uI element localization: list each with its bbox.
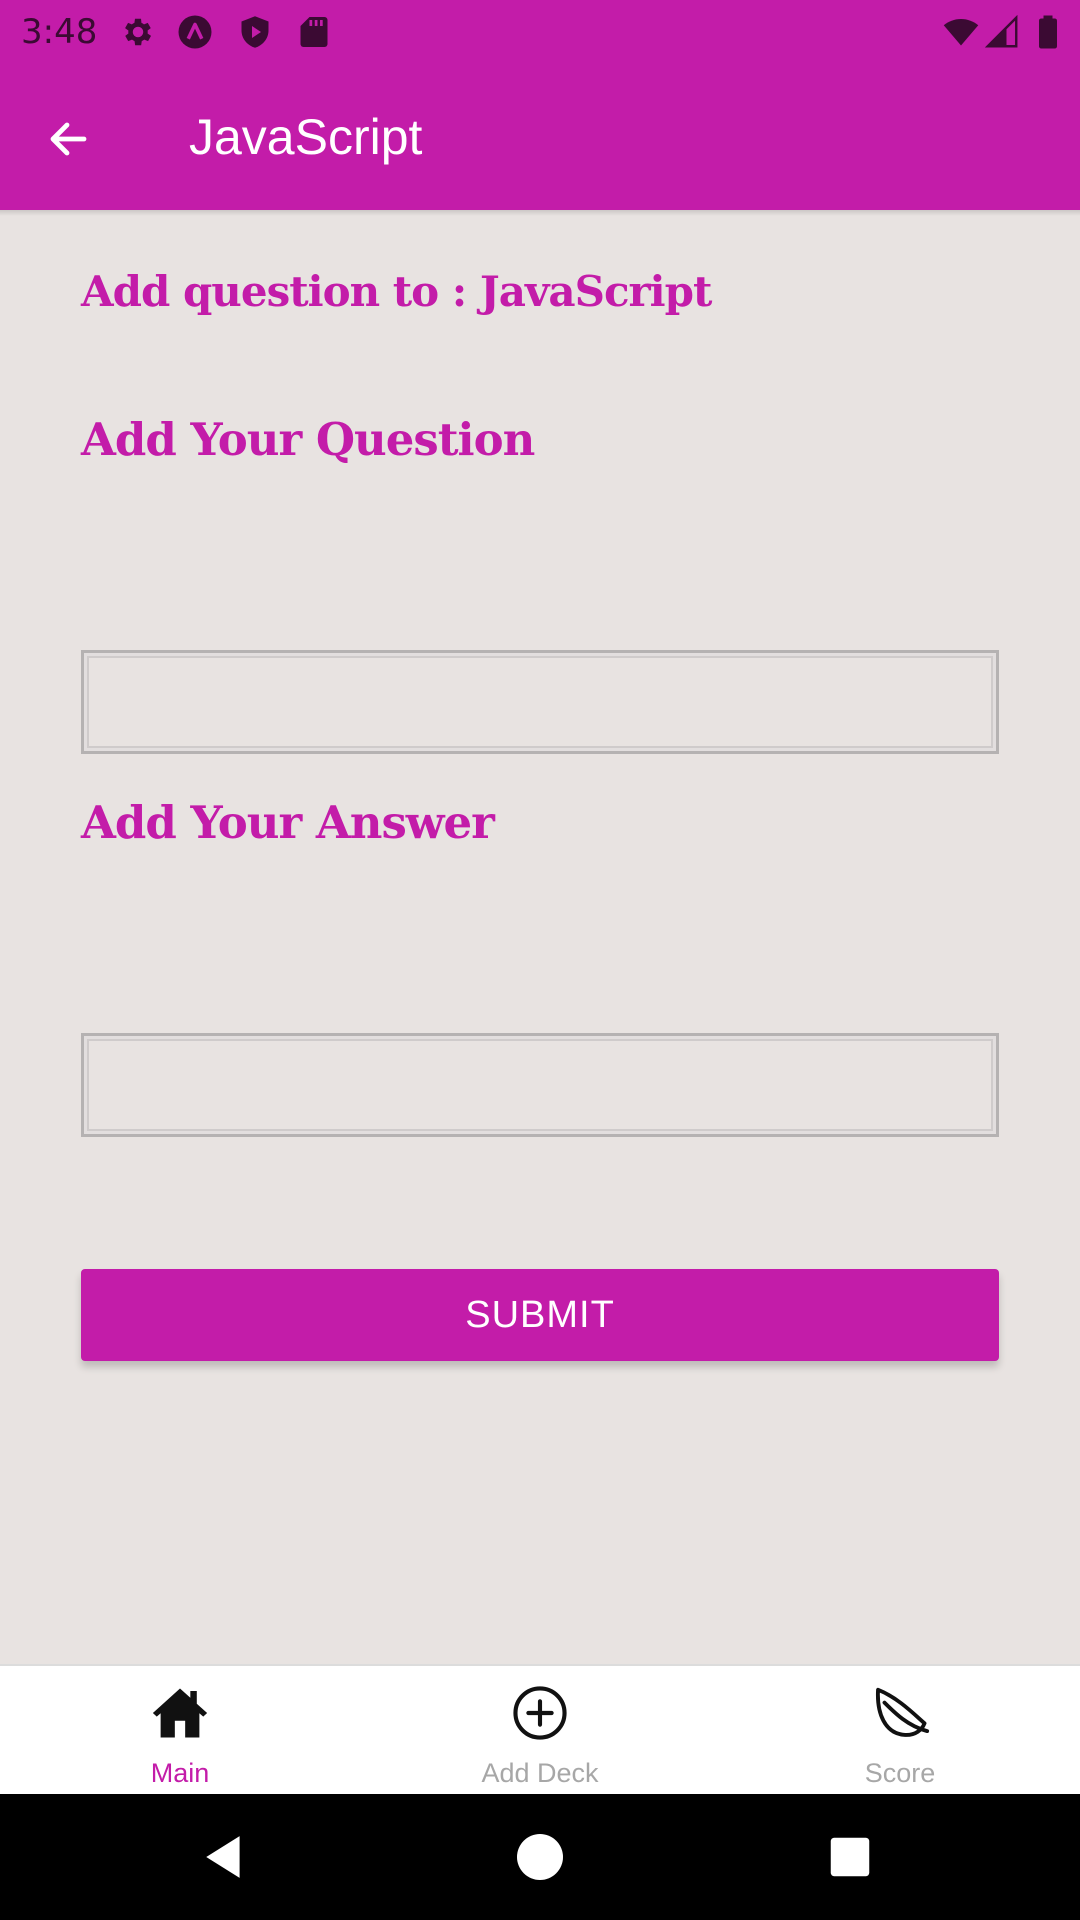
nav-recents-button[interactable] bbox=[817, 1824, 883, 1890]
system-nav-bar bbox=[0, 1794, 1080, 1920]
back-button[interactable] bbox=[30, 101, 106, 177]
submit-button-label: SUBMIT bbox=[465, 1293, 615, 1336]
tab-add-deck[interactable]: Add Deck bbox=[360, 1666, 720, 1794]
home-icon bbox=[152, 1688, 208, 1738]
shield-play-icon bbox=[241, 16, 269, 48]
home-circle-icon bbox=[517, 1834, 563, 1880]
answer-label: Add Your Answer bbox=[81, 796, 495, 849]
back-triangle-icon bbox=[206, 1836, 240, 1878]
submit-button[interactable]: SUBMIT bbox=[81, 1269, 999, 1361]
answer-input[interactable] bbox=[81, 1033, 999, 1137]
recents-square-icon bbox=[830, 1837, 870, 1877]
status-time: 3:48 bbox=[21, 12, 98, 52]
cell-signal-icon bbox=[984, 14, 1018, 48]
leaf-icon bbox=[876, 1687, 930, 1737]
add-circle-icon bbox=[513, 1686, 567, 1740]
tab-score-label: Score bbox=[864, 1758, 936, 1788]
question-input[interactable] bbox=[81, 650, 999, 754]
tab-score[interactable]: Score bbox=[720, 1666, 1080, 1794]
nav-back-button[interactable] bbox=[192, 1824, 258, 1890]
sd-card-icon bbox=[300, 17, 328, 47]
question-label: Add Your Question bbox=[81, 413, 535, 466]
status-bar: 3:48 bbox=[0, 0, 1080, 63]
app-badge-icon bbox=[178, 15, 212, 49]
wifi-icon bbox=[943, 18, 979, 46]
arrow-back-icon bbox=[50, 122, 87, 156]
gear-icon bbox=[125, 18, 152, 46]
tab-add-deck-label: Add Deck bbox=[481, 1758, 599, 1788]
battery-icon bbox=[1039, 15, 1057, 49]
app-bar: JavaScript bbox=[0, 63, 1080, 210]
app-bar-shadow bbox=[0, 210, 1080, 216]
form-heading: Add question to : JavaScript bbox=[81, 267, 712, 316]
tab-main[interactable]: Main bbox=[0, 1666, 360, 1794]
app-title: JavaScript bbox=[189, 109, 423, 165]
tab-main-label: Main bbox=[150, 1758, 210, 1788]
nav-home-button[interactable] bbox=[507, 1824, 573, 1890]
bottom-tab-bar: Main Add Deck Score bbox=[0, 1664, 1080, 1794]
